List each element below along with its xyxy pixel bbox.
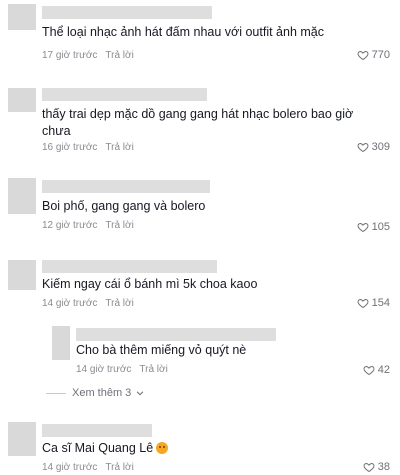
comment-time: 14 giờ trước [42, 298, 98, 309]
comment-time: 17 giờ trước [42, 50, 98, 61]
heart-outline-icon [363, 365, 375, 376]
comment-text: Kiếm ngay cái ổ bánh mì 5k choa kaoo [42, 277, 258, 291]
reply-button[interactable]: Trả lời [105, 298, 133, 309]
comment-text-content: Ca sĩ Mai Quang Lê [42, 441, 154, 455]
comment-text: Boi phố, gang gang và bolero [42, 199, 206, 213]
like-button[interactable]: 105 [357, 221, 390, 233]
comment-meta: 14 giờ trước Trả lời [76, 364, 168, 375]
comment-text: Ca sĩ Mai Quang Lê [42, 440, 342, 457]
comment-meta: 17 giờ trước Trả lời [42, 50, 134, 61]
like-count: 154 [371, 297, 390, 309]
heart-outline-icon [357, 222, 369, 233]
comment-time: 16 giờ trước [42, 142, 98, 153]
like-button[interactable]: 154 [357, 297, 390, 309]
comment-meta: 14 giờ trước Trả lời [42, 462, 134, 473]
comment-item: thấy trai dẹp mặc dồ gang gang hát nhạc … [0, 84, 400, 164]
avatar[interactable] [8, 260, 36, 290]
reply-button[interactable]: Trả lời [105, 50, 133, 61]
comment-meta: 16 giờ trước Trả lời [42, 142, 134, 153]
heart-outline-icon [363, 462, 375, 473]
avatar[interactable] [52, 326, 70, 360]
username-redacted[interactable] [42, 88, 207, 101]
grinning-face-emoji-icon [156, 442, 169, 454]
comment-meta: 12 giờ trước Trả lời [42, 220, 134, 231]
avatar[interactable] [8, 88, 36, 112]
comment-text: Thể loại nhạc ảnh hát đấm nhau với outfi… [42, 25, 324, 39]
like-count: 309 [371, 141, 390, 153]
view-more-label: Xem thêm 3 [72, 387, 132, 399]
like-count: 38 [377, 461, 390, 473]
username-redacted[interactable] [42, 424, 152, 437]
divider [46, 392, 66, 394]
heart-outline-icon [357, 142, 369, 153]
comment-text: Cho bà thêm miếng vỏ quýt nè [76, 343, 247, 357]
heart-outline-icon [357, 298, 369, 309]
username-redacted[interactable] [76, 328, 276, 341]
comment-item: Thể loại nhạc ảnh hát đấm nhau với outfi… [0, 0, 400, 66]
heart-outline-icon [357, 50, 369, 61]
username-redacted[interactable] [42, 180, 210, 193]
like-button[interactable]: 770 [357, 49, 390, 61]
comment-item: Kiếm ngay cái ổ bánh mì 5k choa kaoo 14 … [0, 258, 400, 316]
comment-time: 12 giờ trước [42, 220, 98, 231]
avatar[interactable] [8, 422, 36, 456]
like-button[interactable]: 42 [363, 364, 390, 376]
reply-button[interactable]: Trả lời [139, 364, 167, 375]
avatar[interactable] [8, 178, 36, 214]
avatar[interactable] [8, 4, 36, 30]
like-button[interactable]: 38 [363, 461, 390, 473]
like-count: 42 [377, 364, 390, 376]
comment-meta: 14 giờ trước Trả lời [42, 298, 134, 309]
like-count: 770 [371, 49, 390, 61]
chevron-down-icon [137, 391, 144, 396]
comment-item: Ca sĩ Mai Quang Lê 14 giờ trước Trả lời 3… [0, 420, 400, 475]
comment-text: thấy trai dẹp mặc dồ gang gang hát nhạc … [42, 107, 354, 138]
view-more-replies-button[interactable]: Xem thêm 3 [46, 387, 145, 399]
reply-button[interactable]: Trả lời [105, 462, 133, 473]
reply-button[interactable]: Trả lời [105, 142, 133, 153]
like-button[interactable]: 309 [357, 141, 390, 153]
comment-item: Boi phố, gang gang và bolero 12 giờ trướ… [0, 176, 400, 240]
comment-time: 14 giờ trước [76, 364, 132, 375]
username-redacted[interactable] [42, 260, 217, 273]
comment-time: 14 giờ trước [42, 462, 98, 473]
reply-item: Cho bà thêm miếng vỏ quýt nè 14 giờ trướ… [0, 326, 400, 378]
reply-button[interactable]: Trả lời [105, 220, 133, 231]
username-redacted[interactable] [42, 6, 212, 19]
like-count: 105 [371, 221, 390, 233]
